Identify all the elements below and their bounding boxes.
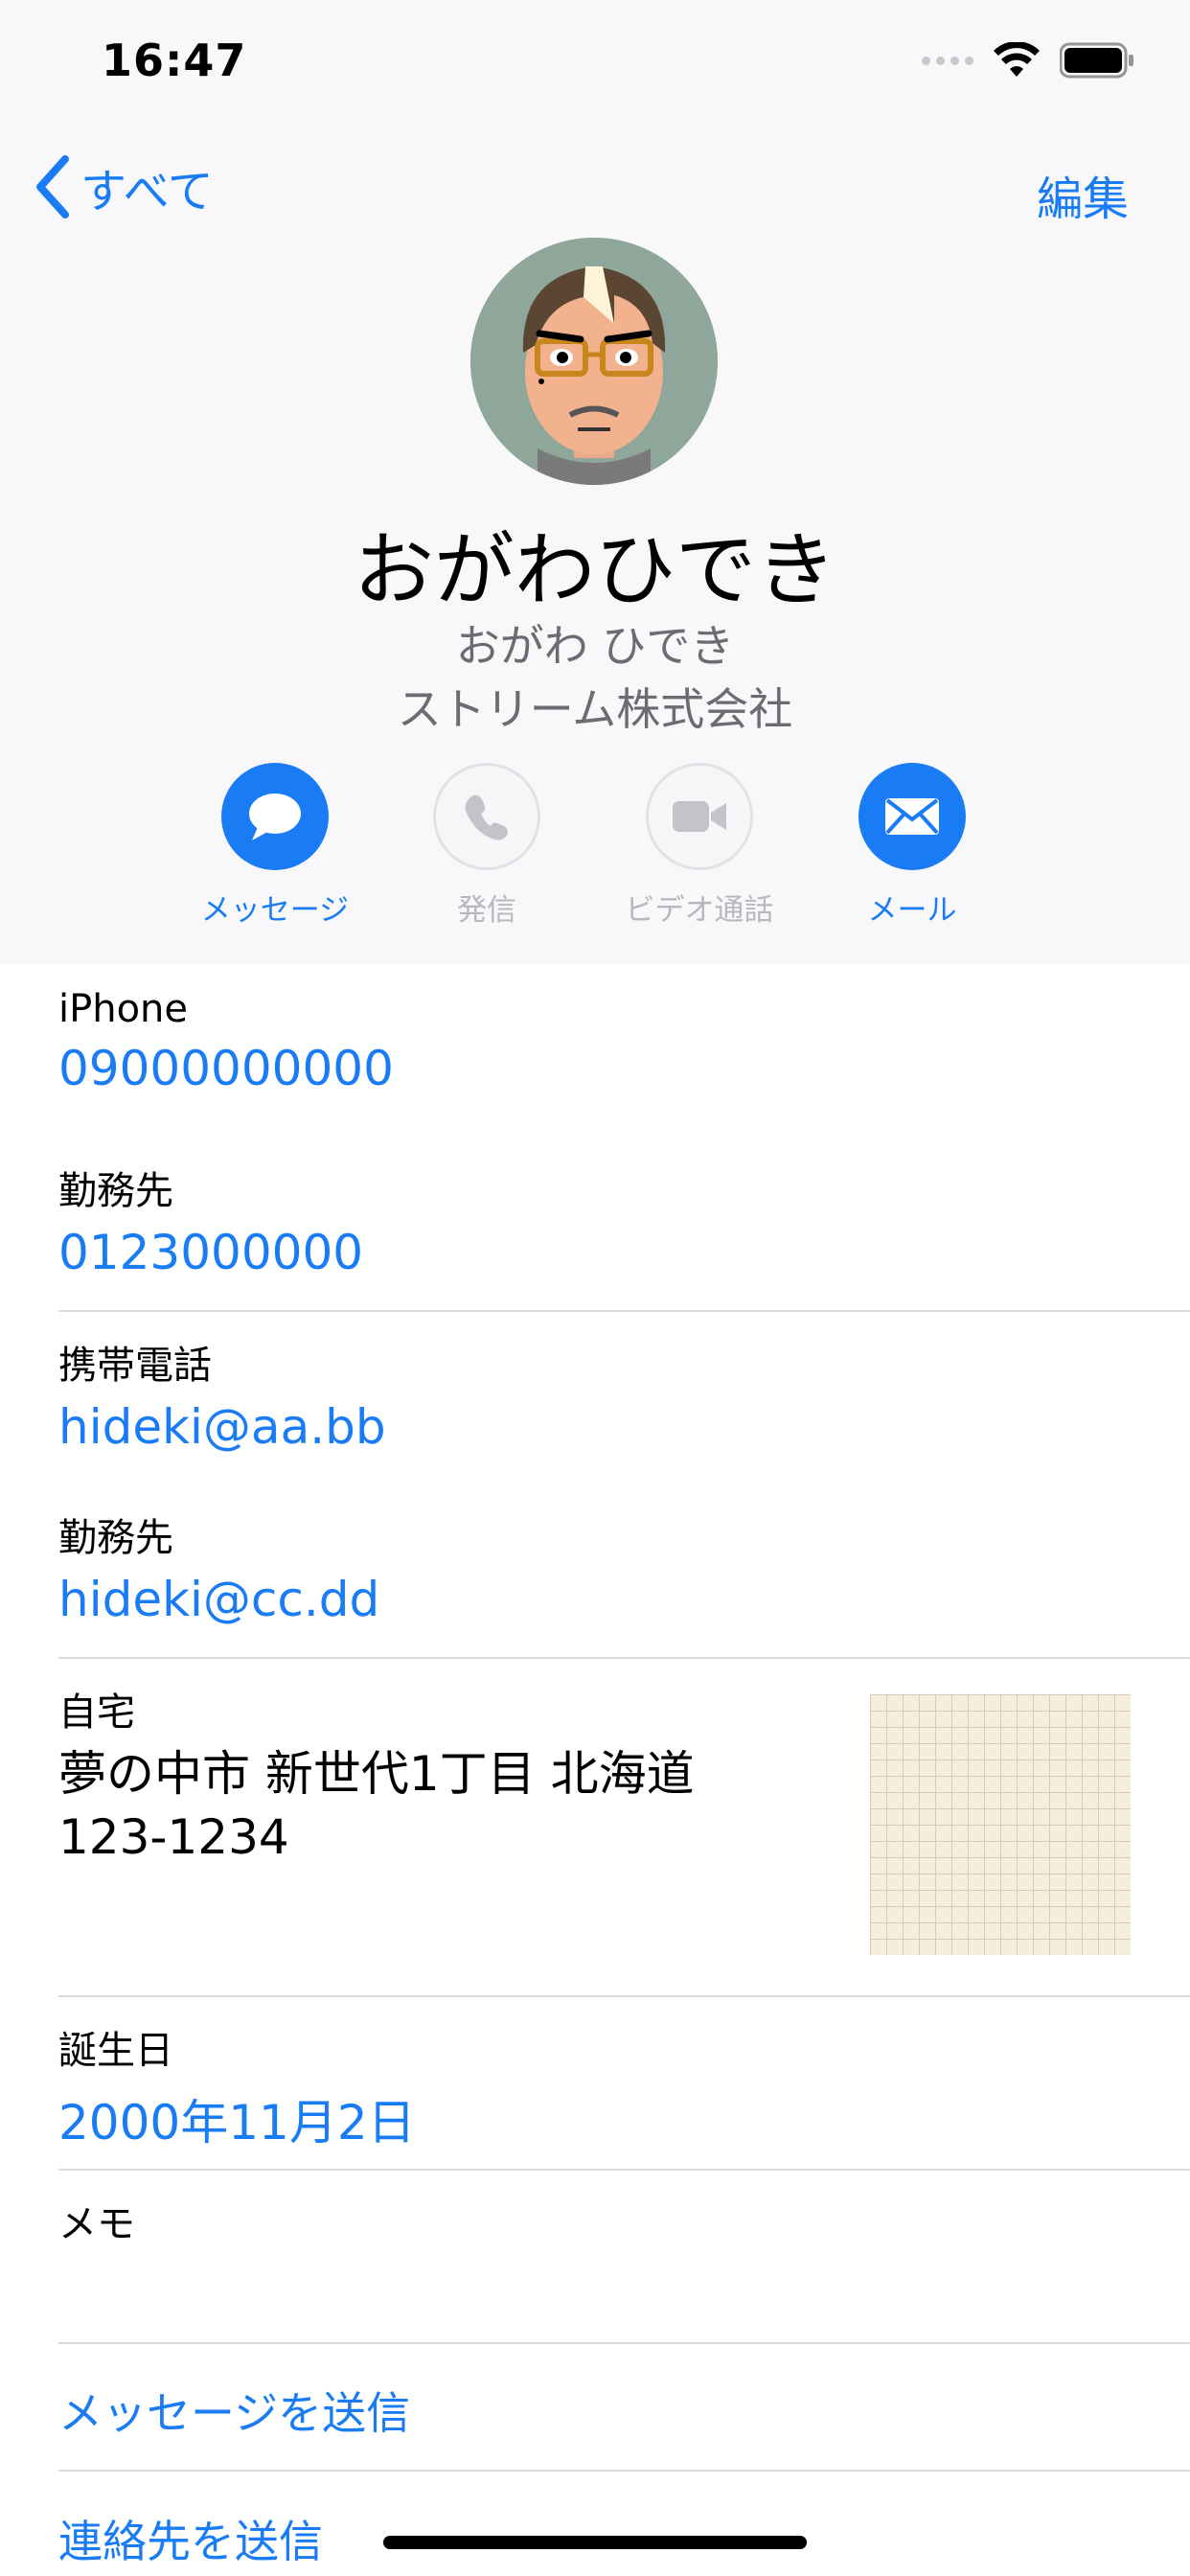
divider [58, 2169, 1190, 2171]
video-action-label: ビデオ通話 [625, 893, 774, 928]
phone-icon [465, 794, 508, 840]
divider [58, 2342, 1190, 2344]
avatar [470, 238, 718, 485]
divider [58, 1657, 1190, 1659]
notes-label: メモ [58, 2202, 135, 2246]
email-field-work[interactable]: 勤務先 hideki@cc.dd [58, 1506, 379, 1627]
divider [58, 1995, 1190, 1997]
birthday-label: 誕生日 [58, 2029, 173, 2073]
video-icon [673, 801, 726, 832]
birthday-field: 誕生日 2000年11月2日 [58, 2019, 416, 2153]
contact-company: ストリーム株式会社 [397, 683, 793, 735]
phone-number[interactable]: 0123000000 [58, 1225, 363, 1280]
share-contact-link[interactable]: 連絡先を送信 [58, 2507, 323, 2570]
message-action-button[interactable]: メッセージ [179, 763, 371, 929]
address-line-1: 夢の中市 新世代1丁目 北海道 [58, 1746, 695, 1802]
avatar-image [470, 238, 718, 485]
home-indicator[interactable] [383, 2536, 807, 2549]
edit-button[interactable]: 編集 [1037, 161, 1129, 228]
mail-action-label: メール [867, 893, 957, 928]
message-icon [249, 794, 301, 840]
video-action-button[interactable]: ビデオ通話 [604, 763, 795, 929]
email-address[interactable]: hideki@aa.bb [58, 1399, 386, 1455]
cellular-signal-icon [922, 56, 973, 65]
phone-label: iPhone [58, 987, 189, 1031]
phone-label: 勤務先 [58, 1169, 173, 1213]
address-label: 自宅 [58, 1690, 135, 1735]
phone-field-work[interactable]: 勤務先 0123000000 [58, 1160, 363, 1280]
phone-field-iphone[interactable]: iPhone 09000000000 [58, 987, 394, 1096]
wifi-icon [994, 42, 1040, 77]
email-address[interactable]: hideki@cc.dd [58, 1572, 379, 1627]
notes-field[interactable]: メモ [58, 2193, 135, 2254]
address-map-thumbnail[interactable] [870, 1694, 1131, 1955]
contact-name: おがわひでき [353, 523, 836, 617]
call-action-button[interactable]: 発信 [391, 763, 583, 929]
mail-icon [885, 798, 939, 835]
address-line-2: 123-1234 [58, 1809, 289, 1865]
message-action-label: メッセージ [200, 893, 350, 928]
back-button[interactable]: すべて [33, 153, 214, 220]
email-label: 勤務先 [58, 1516, 173, 1560]
address-field-home[interactable]: 自宅 夢の中市 新世代1丁目 北海道 123-1234 [58, 1681, 695, 1869]
battery-icon [1060, 42, 1133, 79]
back-label: すべて [80, 165, 214, 218]
quick-actions: メッセージ 発信 ビデオ通話 メール [0, 763, 1190, 935]
chevron-left-icon [36, 155, 69, 218]
email-label: 携帯電話 [58, 1344, 212, 1388]
birthday-value[interactable]: 2000年11月2日 [58, 2084, 416, 2153]
contact-header: 16:47 すべて 編集 おがわひでき おがわ ひでき ストリーム株式会社 メッ… [0, 0, 1190, 964]
mail-action-button[interactable]: メール [816, 763, 1008, 929]
divider [58, 2470, 1190, 2472]
status-time: 16:47 [102, 34, 247, 86]
status-icons [922, 42, 1134, 79]
phone-number[interactable]: 09000000000 [58, 1041, 394, 1096]
contact-phonetic-name: おがわ ひでき [455, 620, 735, 672]
divider [58, 1310, 1190, 1312]
email-field-mobile[interactable]: 携帯電話 hideki@aa.bb [58, 1334, 386, 1455]
send-message-link[interactable]: メッセージを送信 [58, 2379, 410, 2442]
call-action-label: 発信 [457, 893, 516, 928]
